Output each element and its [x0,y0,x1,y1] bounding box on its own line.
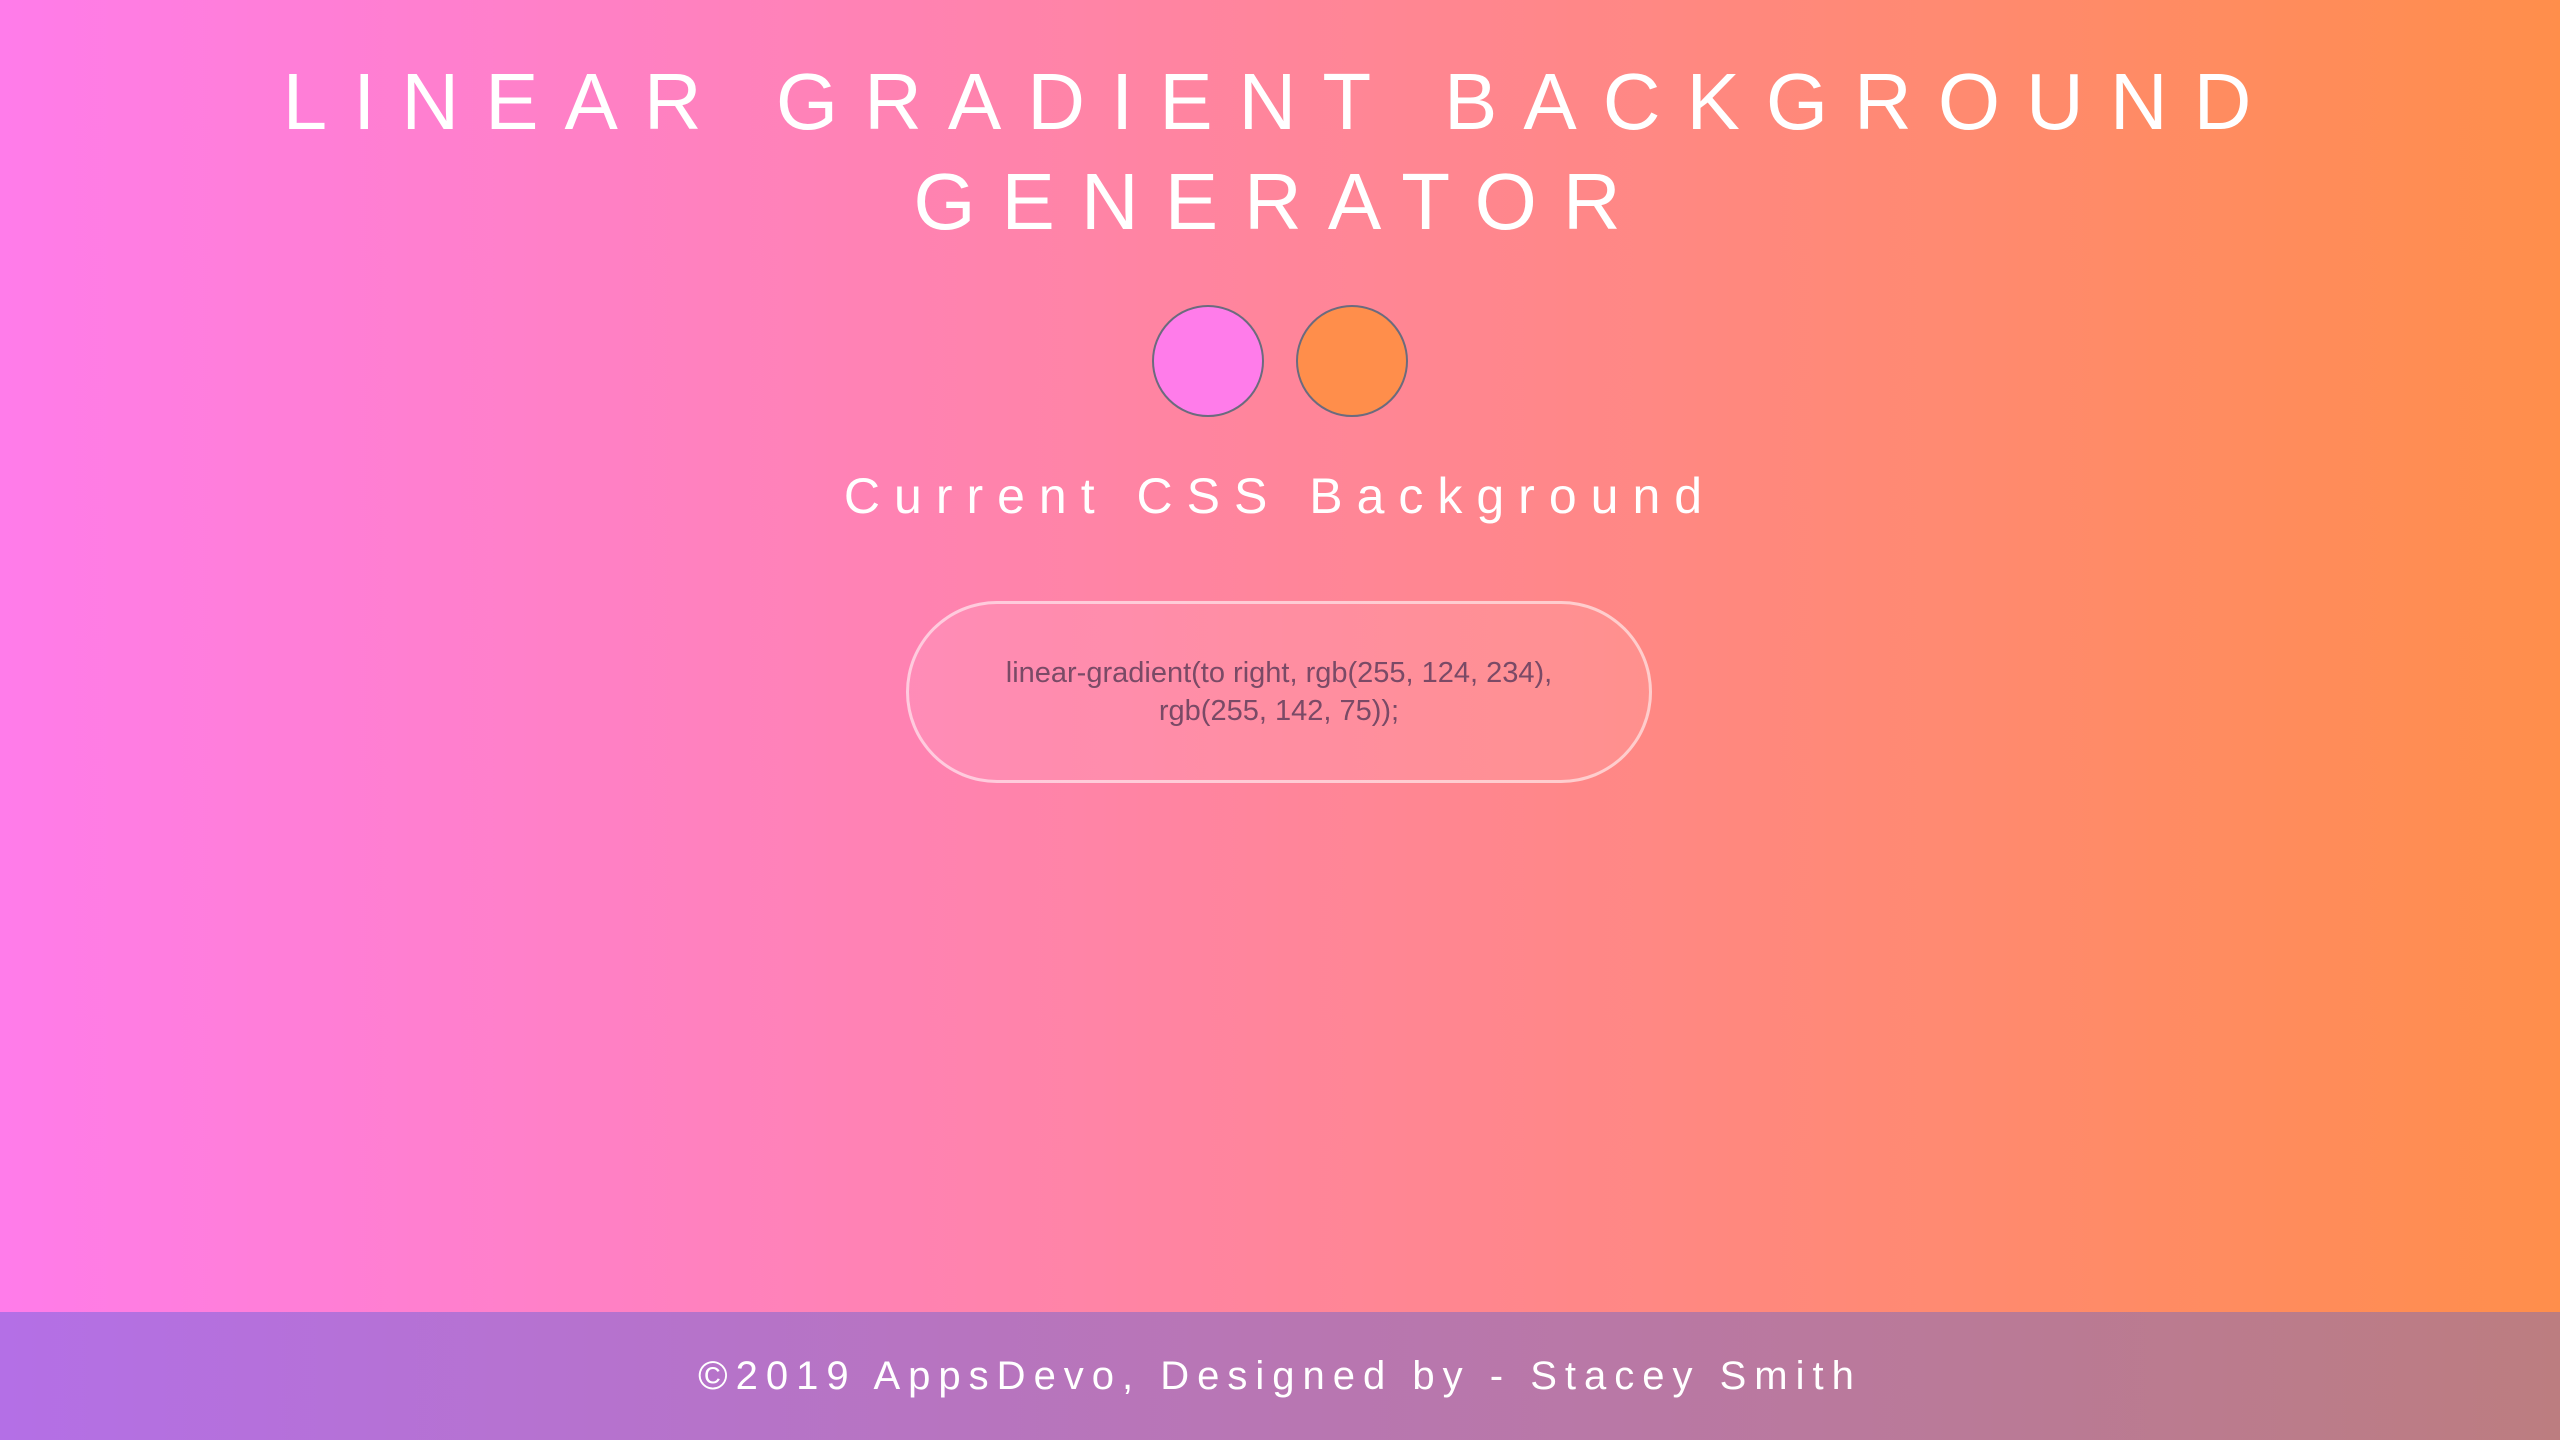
color-pickers [0,305,2560,417]
current-css-label: Current CSS Background [843,468,1717,524]
css-output-text: linear-gradient(to right, rgb(255, 124, … [1005,657,1553,727]
footer-credit: ©2019 AppsDevo, Designed by - Stacey Smi… [698,1353,1862,1398]
color-picker-2[interactable] [1296,305,1408,417]
page-title-line-1: LINEAR GRADIENT BACKGROUND [282,57,2278,146]
css-output-box: linear-gradient(to right, rgb(255, 124, … [906,601,1652,783]
page-title: LINEAR GRADIENT BACKGROUND GENERATOR [0,52,2560,252]
footer: ©2019 AppsDevo, Designed by - Stacey Smi… [0,1312,2560,1440]
color-picker-1[interactable] [1152,305,1264,417]
page-title-line-2: GENERATOR [913,157,1647,246]
